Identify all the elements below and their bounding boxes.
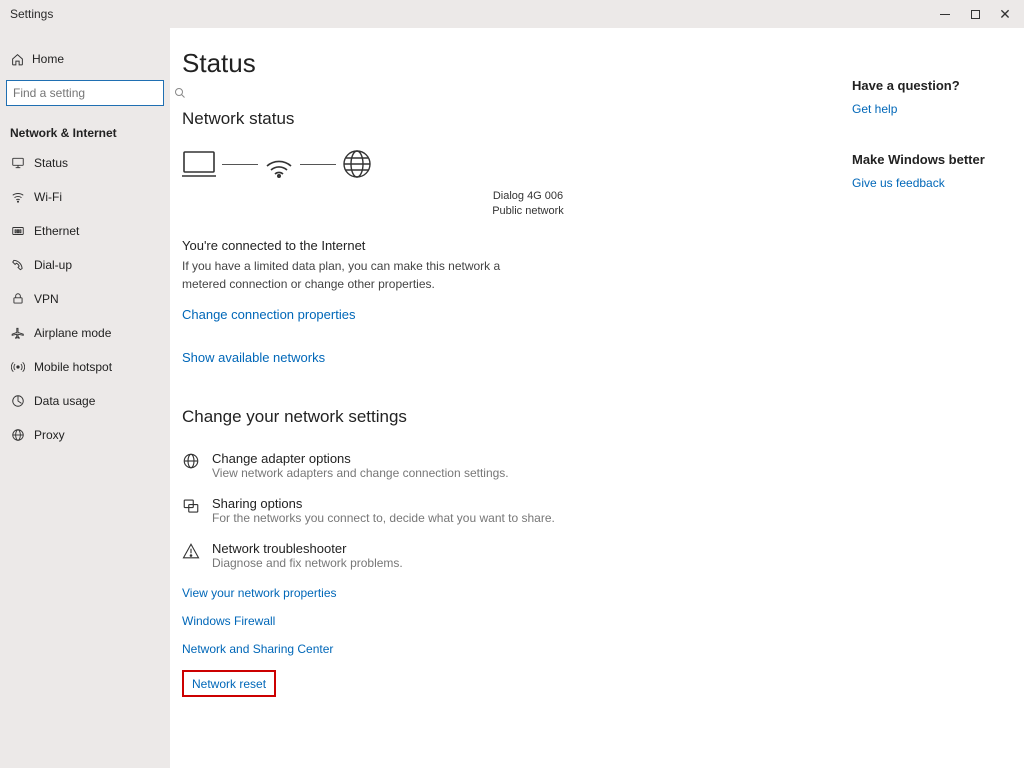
sidebar-item-label: VPN bbox=[34, 292, 59, 306]
setting-desc: View network adapters and change connect… bbox=[212, 466, 509, 480]
sidebar-item-wifi[interactable]: Wi-Fi bbox=[0, 180, 170, 214]
status-icon bbox=[10, 156, 26, 170]
setting-title: Sharing options bbox=[212, 496, 555, 511]
network-diagram bbox=[182, 149, 822, 179]
troubleshoot-icon bbox=[182, 541, 204, 560]
window-controls: ✕ bbox=[930, 2, 1020, 26]
connection-name: Dialog 4G 006 bbox=[234, 189, 822, 204]
sidebar-item-label: Mobile hotspot bbox=[34, 360, 112, 374]
maximize-button[interactable] bbox=[960, 2, 990, 26]
setting-title: Network troubleshooter bbox=[212, 541, 403, 556]
datausage-icon bbox=[10, 394, 26, 408]
sidebar-item-label: Ethernet bbox=[34, 224, 79, 238]
sidebar-item-label: Proxy bbox=[34, 428, 65, 442]
sidebar-category: Network & Internet bbox=[0, 114, 170, 146]
sidebar-item-hotspot[interactable]: Mobile hotspot bbox=[0, 350, 170, 384]
connection-type: Public network bbox=[234, 204, 822, 219]
sidebar-item-datausage[interactable]: Data usage bbox=[0, 384, 170, 418]
minimize-button[interactable] bbox=[930, 2, 960, 26]
change-connection-properties-link[interactable]: Change connection properties bbox=[182, 307, 355, 322]
network-status-heading: Network status bbox=[182, 109, 822, 129]
setting-title: Change adapter options bbox=[212, 451, 509, 466]
sidebar-item-label: Dial-up bbox=[34, 258, 72, 272]
titlebar: Settings ✕ bbox=[0, 0, 1024, 28]
sidebar: Home Network & Internet Status bbox=[0, 28, 170, 768]
ethernet-icon bbox=[10, 224, 26, 238]
setting-desc: For the networks you connect to, decide … bbox=[212, 511, 555, 525]
connected-body: If you have a limited data plan, you can… bbox=[182, 257, 542, 293]
search-icon bbox=[174, 87, 186, 99]
network-reset-highlight: Network reset bbox=[182, 670, 276, 697]
wifi-icon bbox=[10, 190, 26, 204]
dialup-icon bbox=[10, 258, 26, 272]
sidebar-item-label: Wi-Fi bbox=[34, 190, 62, 204]
home-nav[interactable]: Home bbox=[0, 46, 170, 72]
search-input[interactable] bbox=[7, 86, 174, 100]
change-settings-heading: Change your network settings bbox=[182, 407, 822, 427]
show-available-networks-link[interactable]: Show available networks bbox=[182, 350, 325, 365]
sharing-icon bbox=[182, 496, 204, 515]
sidebar-item-proxy[interactable]: Proxy bbox=[0, 418, 170, 452]
close-button[interactable]: ✕ bbox=[990, 2, 1020, 26]
connection-caption: Dialog 4G 006 Public network bbox=[234, 189, 822, 220]
aside-better-heading: Make Windows better bbox=[852, 152, 1012, 167]
aside-question-heading: Have a question? bbox=[852, 78, 1012, 93]
network-troubleshooter[interactable]: Network troubleshooter Diagnose and fix … bbox=[182, 541, 822, 570]
sharing-options[interactable]: Sharing options For the networks you con… bbox=[182, 496, 822, 525]
wifi-signal-icon bbox=[264, 150, 294, 178]
sidebar-item-ethernet[interactable]: Ethernet bbox=[0, 214, 170, 248]
setting-desc: Diagnose and fix network problems. bbox=[212, 556, 403, 570]
change-adapter-options[interactable]: Change adapter options View network adap… bbox=[182, 451, 822, 480]
connected-title: You're connected to the Internet bbox=[182, 238, 822, 253]
sidebar-item-airplane[interactable]: Airplane mode bbox=[0, 316, 170, 350]
sidebar-item-status[interactable]: Status bbox=[0, 146, 170, 180]
sidebar-item-label: Status bbox=[34, 156, 68, 170]
sidebar-item-vpn[interactable]: VPN bbox=[0, 282, 170, 316]
view-network-properties-link[interactable]: View your network properties bbox=[182, 586, 822, 600]
sidebar-item-dialup[interactable]: Dial-up bbox=[0, 248, 170, 282]
network-reset-link[interactable]: Network reset bbox=[192, 677, 266, 691]
proxy-icon bbox=[10, 428, 26, 442]
page-title: Status bbox=[182, 48, 822, 79]
vpn-icon bbox=[10, 292, 26, 306]
windows-firewall-link[interactable]: Windows Firewall bbox=[182, 614, 822, 628]
feedback-link[interactable]: Give us feedback bbox=[852, 176, 945, 190]
sidebar-item-label: Data usage bbox=[34, 394, 95, 408]
sidebar-item-label: Airplane mode bbox=[34, 326, 111, 340]
app-title: Settings bbox=[10, 7, 53, 21]
device-icon bbox=[182, 150, 216, 178]
home-label: Home bbox=[32, 52, 64, 66]
hotspot-icon bbox=[10, 360, 26, 374]
search-box[interactable] bbox=[6, 80, 164, 106]
home-icon bbox=[10, 53, 24, 66]
globe-icon bbox=[342, 149, 372, 179]
airplane-icon bbox=[10, 326, 26, 340]
get-help-link[interactable]: Get help bbox=[852, 102, 897, 116]
adapter-icon bbox=[182, 451, 204, 470]
network-sharing-center-link[interactable]: Network and Sharing Center bbox=[182, 642, 822, 656]
